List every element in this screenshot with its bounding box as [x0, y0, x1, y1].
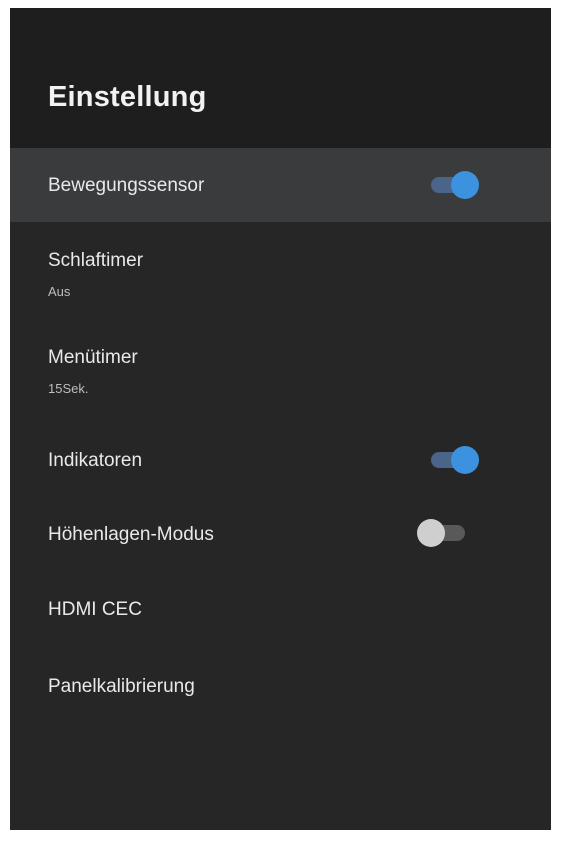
item-label: Panelkalibrierung	[48, 676, 195, 697]
settings-item-bewegungssensor[interactable]: Bewegungssensor	[10, 148, 551, 222]
item-label: Menütimer	[48, 347, 138, 368]
settings-item-schlaftimer[interactable]: Schlaftimer Aus	[10, 234, 551, 308]
header: Einstellung	[10, 8, 551, 148]
item-label: Höhenlagen-Modus	[48, 524, 214, 545]
settings-item-menuetimer[interactable]: Menütimer 15Sek.	[10, 331, 551, 405]
item-label: Indikatoren	[48, 450, 143, 471]
hoehenlagen-modus-toggle[interactable]	[417, 518, 467, 548]
item-value: Aus	[48, 284, 71, 299]
page-title: Einstellung	[48, 81, 207, 113]
settings-item-indikatoren[interactable]: Indikatoren	[10, 424, 551, 498]
settings-item-hdmi-cec[interactable]: HDMI CEC	[10, 573, 551, 647]
toggle-knob	[451, 171, 479, 199]
settings-screen: Einstellung Bewegungssensor Schlaftimer …	[10, 8, 551, 830]
item-label: Bewegungssensor	[48, 175, 205, 196]
settings-item-panelkalibrierung[interactable]: Panelkalibrierung	[10, 650, 551, 724]
item-value: 15Sek.	[48, 381, 89, 396]
toggle-knob	[451, 446, 479, 474]
item-label: Schlaftimer	[48, 250, 144, 271]
toggle-knob	[417, 519, 445, 547]
bewegungssensor-toggle[interactable]	[429, 170, 479, 200]
settings-item-hoehenlagen-modus[interactable]: Höhenlagen-Modus	[10, 498, 551, 572]
item-label: HDMI CEC	[48, 599, 142, 620]
indikatoren-toggle[interactable]	[429, 445, 479, 475]
